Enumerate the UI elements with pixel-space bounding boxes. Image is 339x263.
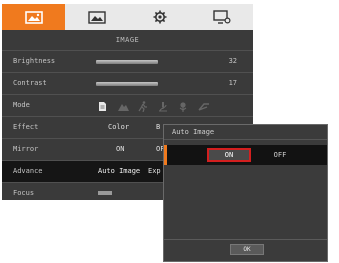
contrast-row[interactable]: Contrast 17 bbox=[2, 73, 253, 95]
focus-slider[interactable] bbox=[98, 191, 112, 195]
advance-label: Advance bbox=[13, 167, 43, 175]
auto-image-dialog: Auto Image ON OFF OK bbox=[163, 124, 328, 262]
effect-next-option[interactable]: B bbox=[156, 117, 160, 138]
mirror-on-option[interactable]: ON bbox=[116, 139, 124, 160]
section-title: IMAGE bbox=[2, 30, 253, 51]
contrast-value: 17 bbox=[228, 79, 237, 87]
advance-next-option[interactable]: Exp bbox=[148, 161, 161, 182]
contrast-slider[interactable] bbox=[96, 82, 158, 86]
dialog-divider bbox=[164, 239, 327, 240]
mirror-label: Mirror bbox=[13, 145, 39, 153]
tab-settings[interactable] bbox=[128, 4, 191, 30]
contrast-label: Contrast bbox=[13, 79, 47, 87]
brightness-value: 32 bbox=[228, 57, 237, 65]
tab-display[interactable] bbox=[191, 4, 253, 30]
mode-label: Mode bbox=[13, 101, 30, 109]
brightness-label: Brightness bbox=[13, 57, 56, 65]
image-icon bbox=[24, 10, 43, 24]
tab-picture[interactable] bbox=[65, 4, 128, 30]
mode-row[interactable]: Mode bbox=[2, 95, 253, 117]
picture-frame-icon bbox=[87, 10, 106, 24]
tab-image[interactable] bbox=[2, 4, 65, 30]
focus-label: Focus bbox=[13, 189, 35, 197]
monitor-settings-icon bbox=[213, 10, 231, 24]
dialog-title: Auto Image bbox=[164, 125, 327, 140]
tab-bar bbox=[2, 4, 253, 30]
dialog-option-row: ON OFF bbox=[164, 145, 327, 165]
effect-value[interactable]: Color bbox=[108, 117, 129, 138]
advance-value[interactable]: Auto Image bbox=[98, 161, 140, 182]
brightness-row[interactable]: Brightness 32 bbox=[2, 51, 253, 73]
gear-icon bbox=[153, 10, 167, 24]
ok-button[interactable]: OK bbox=[230, 244, 264, 255]
brightness-slider[interactable] bbox=[96, 60, 158, 64]
effect-label: Effect bbox=[13, 123, 39, 131]
off-button[interactable]: OFF bbox=[258, 148, 302, 162]
on-button[interactable]: ON bbox=[207, 148, 251, 162]
